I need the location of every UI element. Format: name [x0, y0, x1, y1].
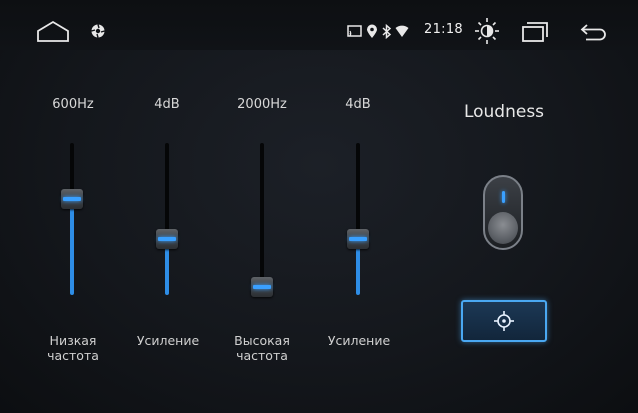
- gear-icon[interactable]: [90, 23, 106, 39]
- band-3-label-line1: Высокая: [234, 333, 290, 348]
- location-pin-icon: [366, 24, 378, 39]
- band-4-slider-handle[interactable]: [347, 229, 369, 249]
- bluetooth-icon: [381, 24, 392, 39]
- band-1-slider-handle[interactable]: [61, 189, 83, 209]
- band-2-slider[interactable]: [156, 143, 178, 295]
- band-1-slider-fill: [70, 199, 74, 295]
- band-1-slider[interactable]: [61, 143, 83, 295]
- band-3-label: Высокая частота: [217, 333, 307, 363]
- recent-apps-icon[interactable]: [521, 21, 549, 43]
- band-3-label-line2: частота: [236, 348, 288, 363]
- wifi-icon: [395, 25, 409, 38]
- status-bar: 21:18: [0, 0, 638, 50]
- band-4-label-line1: Усиление: [327, 333, 391, 348]
- crosshair-button[interactable]: [461, 300, 547, 342]
- loudness-toggle-knob: [488, 212, 518, 244]
- band-3-slider[interactable]: [251, 143, 273, 297]
- screen-cast-icon: [347, 25, 362, 38]
- band-4-label: Усиление: [314, 333, 404, 348]
- band-3-slider-handle[interactable]: [251, 277, 273, 297]
- band-4-value: 4dB: [345, 97, 371, 112]
- band-2-value: 4dB: [154, 97, 180, 112]
- clock: 21:18: [424, 22, 463, 37]
- band-1-label-line2: частота: [47, 348, 99, 363]
- loudness-toggle[interactable]: [483, 175, 523, 250]
- band-2-slider-handle[interactable]: [156, 229, 178, 249]
- crosshair-icon: [494, 311, 514, 331]
- band-1-value: 600Hz: [52, 97, 94, 112]
- brightness-icon[interactable]: [474, 17, 500, 45]
- back-icon[interactable]: [580, 23, 608, 41]
- band-4-slider[interactable]: [347, 143, 369, 295]
- band-1-label: Низкая частота: [28, 333, 118, 363]
- band-1-label-line1: Низкая: [49, 333, 97, 348]
- loudness-on-indicator: [502, 191, 505, 203]
- band-2-label-line1: Усиление: [136, 333, 200, 348]
- band-2-label: Усиление: [123, 333, 213, 348]
- eq-screen: 21:18 600Hz Низкая частота 4dB Усиление …: [0, 0, 638, 413]
- band-3-value: 2000Hz: [237, 97, 287, 112]
- loudness-title: Loudness: [463, 102, 545, 122]
- home-icon[interactable]: [36, 20, 70, 42]
